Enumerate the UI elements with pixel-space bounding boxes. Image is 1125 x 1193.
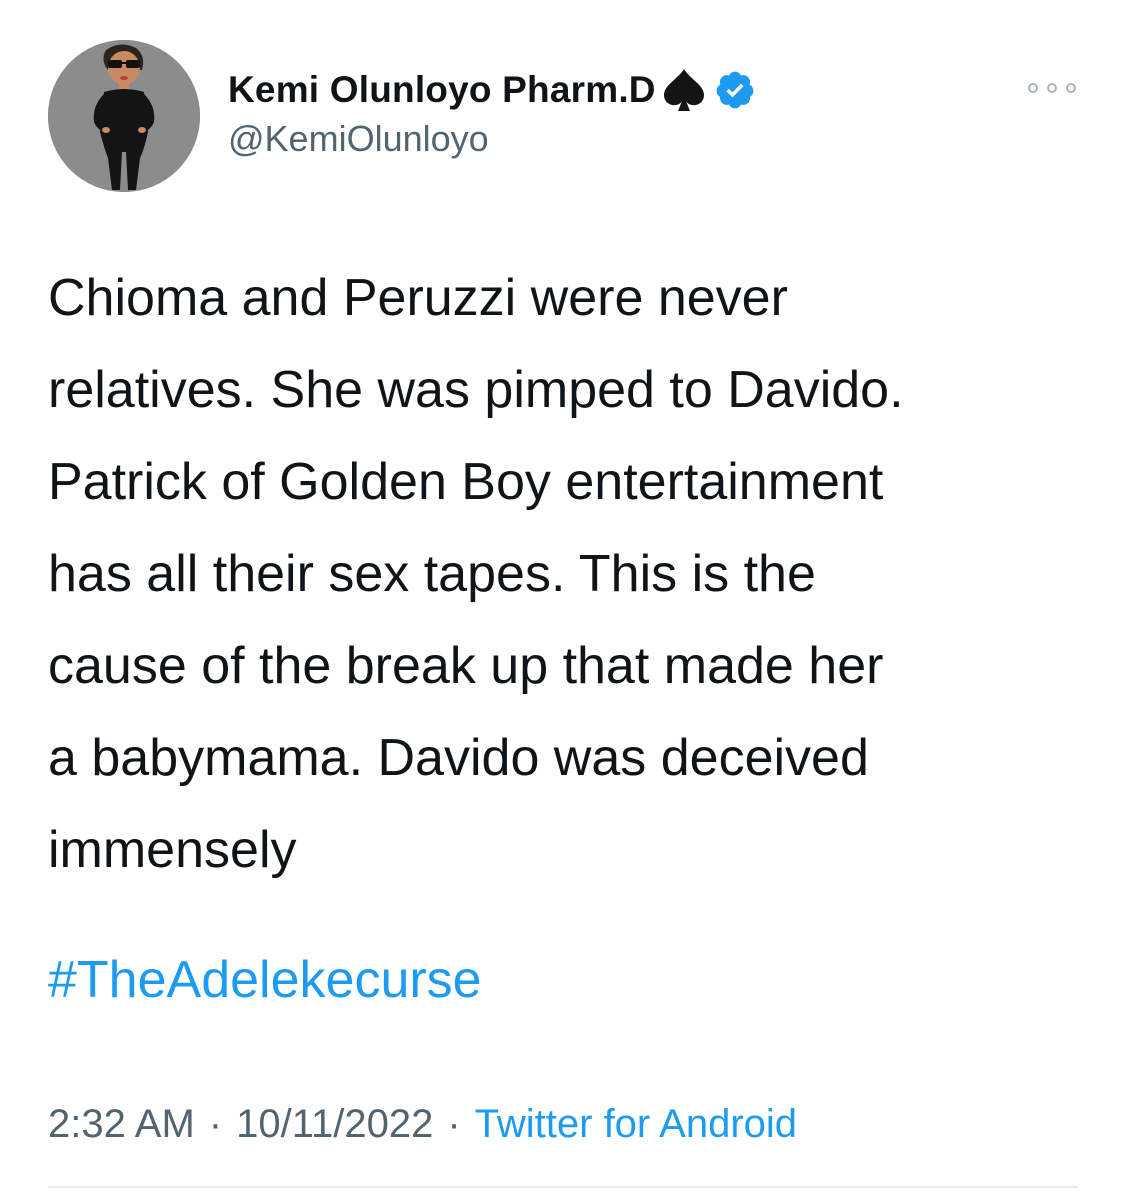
tweet-text-line: Chioma and Peruzzi were never — [48, 269, 788, 327]
tweet-text: Chioma and Peruzzi were never relatives.… — [48, 252, 1088, 896]
divider — [48, 1186, 1078, 1188]
more-dot-icon — [1028, 83, 1038, 93]
tweet-text-line: has all their sex tapes. This is the — [48, 545, 816, 603]
verified-badge-icon — [714, 69, 756, 111]
tweet: Kemi Olunloyo Pharm.D @KemiOlunloyo Chio… — [0, 0, 1125, 1193]
tweet-source-link[interactable]: Twitter for Android — [475, 1102, 797, 1146]
avatar[interactable] — [48, 40, 200, 192]
more-options-button[interactable] — [1028, 72, 1076, 104]
meta-separator: · — [208, 1102, 223, 1146]
author-name-row[interactable]: Kemi Olunloyo Pharm.D — [228, 66, 756, 114]
tweet-time[interactable]: 2:32 AM — [48, 1102, 195, 1146]
hashtag-link[interactable]: #TheAdelekecurse — [48, 934, 482, 1026]
spade-icon — [658, 65, 710, 115]
tweet-metadata: 2:32 AM · 10/11/2022 · Twitter for Android — [48, 1094, 797, 1154]
tweet-text-line: a babymama. Davido was deceived — [48, 729, 869, 787]
meta-separator: · — [447, 1102, 461, 1146]
tweet-date[interactable]: 10/11/2022 — [236, 1102, 433, 1146]
author-handle[interactable]: @KemiOlunloyo — [228, 118, 489, 160]
more-dot-icon — [1047, 83, 1057, 93]
tweet-text-line: relatives. She was pimped to Davido. — [48, 361, 904, 419]
author-display-name[interactable]: Kemi Olunloyo Pharm.D — [228, 69, 656, 111]
tweet-text-line: Patrick of Golden Boy entertainment — [48, 453, 884, 511]
avatar-image — [48, 40, 200, 192]
more-dot-icon — [1066, 83, 1076, 93]
tweet-text-line: immensely — [48, 821, 297, 879]
tweet-text-line: cause of the break up that made her — [48, 637, 884, 695]
